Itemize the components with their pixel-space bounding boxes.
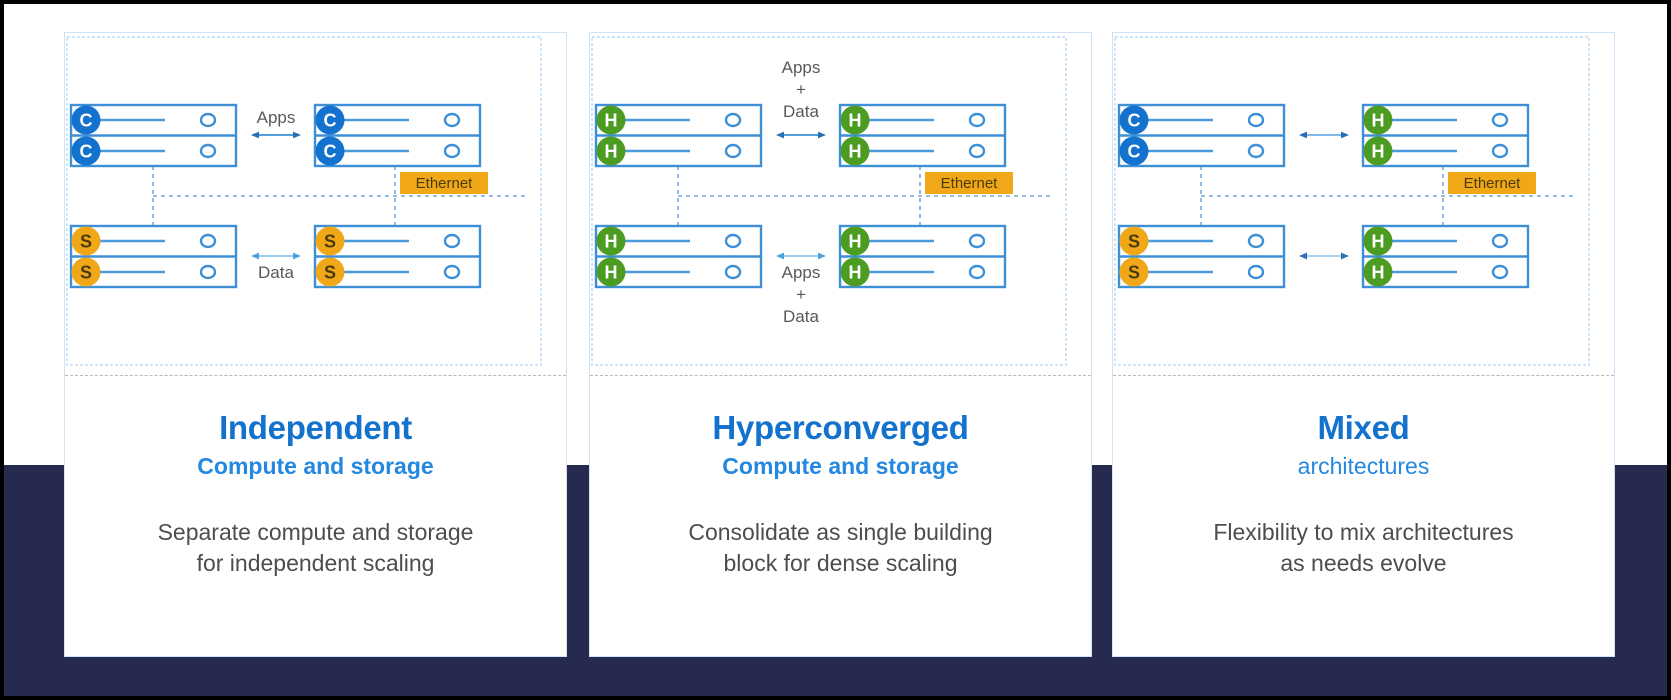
arrow-top-mixed <box>1299 131 1349 139</box>
ethernet-badge: Ethernet <box>1448 172 1536 194</box>
arrow-apps <box>251 131 301 139</box>
architecture-card-independent[interactable]: C C C C Apps Ethernet S S S S Data Indep… <box>64 32 567 657</box>
arrow-apps-data-bottom <box>776 252 826 260</box>
svg-text:C: C <box>324 111 337 131</box>
architecture-card-mixed[interactable]: C C H H Ethernet S S H H Mixed architect… <box>1112 32 1615 657</box>
arrow-label-data-top: Data <box>783 102 819 121</box>
card-divider-3 <box>1113 375 1614 376</box>
card-body-line2: as needs evolve <box>1280 550 1447 576</box>
svg-text:S: S <box>324 232 336 252</box>
svg-text:H: H <box>849 263 862 283</box>
card-title: Independent <box>219 409 412 446</box>
card-subtitle: Compute and storage <box>722 453 959 479</box>
svg-text:C: C <box>324 142 337 162</box>
card-subtitle: Compute and storage <box>197 453 434 479</box>
svg-text:H: H <box>605 263 618 283</box>
rack-top-left: C C <box>1117 103 1286 168</box>
card-body-line1: Separate compute and storage <box>157 519 474 545</box>
slide-frame: C C C C Apps Ethernet S S S S Data Indep… <box>0 0 1671 700</box>
card-title: Mixed <box>1317 409 1410 446</box>
arrow-label-apps-bottom: Apps <box>782 263 821 282</box>
svg-text:S: S <box>1128 263 1140 283</box>
svg-text:H: H <box>605 232 618 252</box>
rack-bottom-left: H H <box>594 224 763 289</box>
card-divider-2 <box>590 375 1091 376</box>
diagram-independent: C C C C Apps Ethernet S S S S Data <box>65 33 566 375</box>
svg-text:Ethernet: Ethernet <box>941 175 999 192</box>
ethernet-badge: Ethernet <box>400 172 488 194</box>
card-divider-1 <box>65 375 566 376</box>
diagram-hyperconverged: H H H H Apps + Data Ethernet H H H H App… <box>590 33 1091 375</box>
rack-bottom-left: S S <box>1117 224 1286 289</box>
svg-text:C: C <box>1128 111 1141 131</box>
diagram-mixed: C C H H Ethernet S S H H <box>1113 33 1614 375</box>
card-body-line1: Flexibility to mix architectures <box>1213 519 1514 545</box>
arrow-label-plus-bottom: + <box>796 285 806 304</box>
svg-text:S: S <box>80 263 92 283</box>
card-body-line2: for independent scaling <box>196 550 435 576</box>
arrow-label-apps: Apps <box>257 108 296 127</box>
rack-top-right: C C <box>313 103 482 168</box>
svg-text:H: H <box>605 111 618 131</box>
card-text-1: Independent Compute and storage Separate… <box>65 385 566 579</box>
rack-top-left: H H <box>594 103 763 168</box>
svg-text:C: C <box>1128 142 1141 162</box>
rack-top-right: H H <box>1361 103 1530 168</box>
svg-text:H: H <box>1372 232 1385 252</box>
arrow-label-data-bottom: Data <box>783 307 819 326</box>
diagram-svg-hyperconverged: H H H H Apps + Data Ethernet H H H H App… <box>591 36 1067 366</box>
card-title: Hyperconverged <box>712 409 969 446</box>
svg-text:Ethernet: Ethernet <box>1464 175 1522 192</box>
arrow-data <box>251 252 301 260</box>
svg-text:C: C <box>80 111 93 131</box>
ethernet-badge: Ethernet <box>925 172 1013 194</box>
arrow-label-data: Data <box>258 263 294 282</box>
card-text-3: Mixed architectures Flexibility to mix a… <box>1113 385 1614 579</box>
svg-text:C: C <box>80 142 93 162</box>
arrow-apps-data-top <box>776 131 826 139</box>
svg-text:H: H <box>1372 263 1385 283</box>
card-text-2: Hyperconverged Compute and storage Conso… <box>590 385 1091 579</box>
diagram-svg-mixed: C C H H Ethernet S S H H <box>1114 36 1590 366</box>
svg-text:Ethernet: Ethernet <box>416 175 474 192</box>
svg-text:H: H <box>849 111 862 131</box>
rack-bottom-right: H H <box>1361 224 1530 289</box>
arrow-label-plus-top: + <box>796 80 806 99</box>
diagram-svg-independent: C C C C Apps Ethernet S S S S Data <box>66 36 542 366</box>
rack-bottom-right: S S <box>313 224 482 289</box>
svg-text:S: S <box>80 232 92 252</box>
rack-bottom-left: S S <box>69 224 238 289</box>
card-body-line2: block for dense scaling <box>723 550 958 576</box>
rack-top-right: H H <box>838 103 1007 168</box>
svg-text:H: H <box>1372 142 1385 162</box>
arrow-bottom-mixed <box>1299 252 1349 260</box>
svg-text:S: S <box>1128 232 1140 252</box>
svg-text:H: H <box>1372 111 1385 131</box>
svg-text:S: S <box>324 263 336 283</box>
rack-top-left: C C <box>69 103 238 168</box>
architecture-card-hyperconverged[interactable]: H H H H Apps + Data Ethernet H H H H App… <box>589 32 1092 657</box>
card-body-line1: Consolidate as single building <box>688 519 993 545</box>
svg-text:H: H <box>849 142 862 162</box>
svg-text:H: H <box>605 142 618 162</box>
arrow-label-apps-top: Apps <box>782 58 821 77</box>
rack-bottom-right: H H <box>838 224 1007 289</box>
card-subtitle: architectures <box>1297 453 1430 479</box>
svg-text:H: H <box>849 232 862 252</box>
